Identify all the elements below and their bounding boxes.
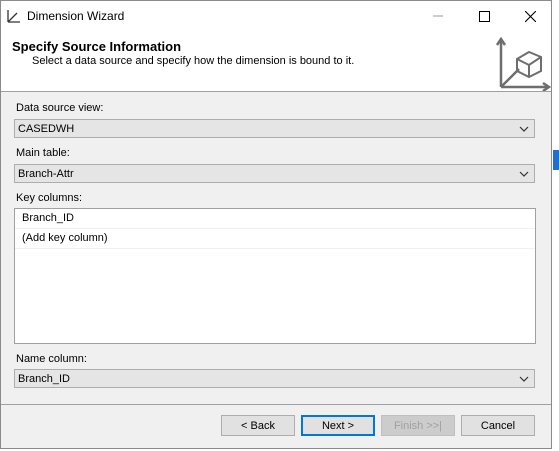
key-columns-list[interactable]: Branch_ID (Add key column) xyxy=(14,208,536,344)
name-column-value: Branch_ID xyxy=(18,372,70,385)
name-column-select[interactable]: Branch_ID xyxy=(14,369,535,388)
data-source-view-select[interactable]: CASEDWH xyxy=(14,119,535,138)
chevron-down-icon xyxy=(519,376,529,382)
main-table-label: Main table: xyxy=(16,147,70,159)
next-button[interactable]: Next > xyxy=(301,415,375,436)
list-item[interactable]: Branch_ID xyxy=(15,209,535,229)
dimension-cube-icon xyxy=(495,35,552,93)
main-table-value: Branch-Attr xyxy=(18,167,74,180)
key-columns-label: Key columns: xyxy=(16,192,83,204)
data-source-view-value: CASEDWH xyxy=(18,122,75,135)
add-key-column-item[interactable]: (Add key column) xyxy=(15,229,535,249)
minimize-button[interactable] xyxy=(415,1,461,31)
background-scrollbar xyxy=(553,150,559,170)
chevron-down-icon xyxy=(519,126,529,132)
page-subtitle: Select a data source and specify how the… xyxy=(32,55,355,67)
chevron-down-icon xyxy=(519,171,529,177)
footer-divider xyxy=(1,404,551,405)
main-table-select[interactable]: Branch-Attr xyxy=(14,164,535,183)
maximize-button[interactable] xyxy=(461,1,507,31)
page-title: Specify Source Information xyxy=(12,39,182,54)
wizard-header: Specify Source Information Select a data… xyxy=(1,31,552,93)
back-button[interactable]: < Back xyxy=(221,415,295,436)
title-bar: Dimension Wizard xyxy=(1,1,551,31)
wizard-icon xyxy=(7,9,21,23)
dimension-wizard-window: Dimension Wizard Specify Source Informat… xyxy=(0,0,552,449)
window-title: Dimension Wizard xyxy=(27,9,125,23)
data-source-view-label: Data source view: xyxy=(16,102,104,114)
cancel-button[interactable]: Cancel xyxy=(461,415,535,436)
name-column-label: Name column: xyxy=(16,353,87,365)
finish-button[interactable]: Finish >>| xyxy=(381,415,455,436)
close-button[interactable] xyxy=(507,1,553,31)
